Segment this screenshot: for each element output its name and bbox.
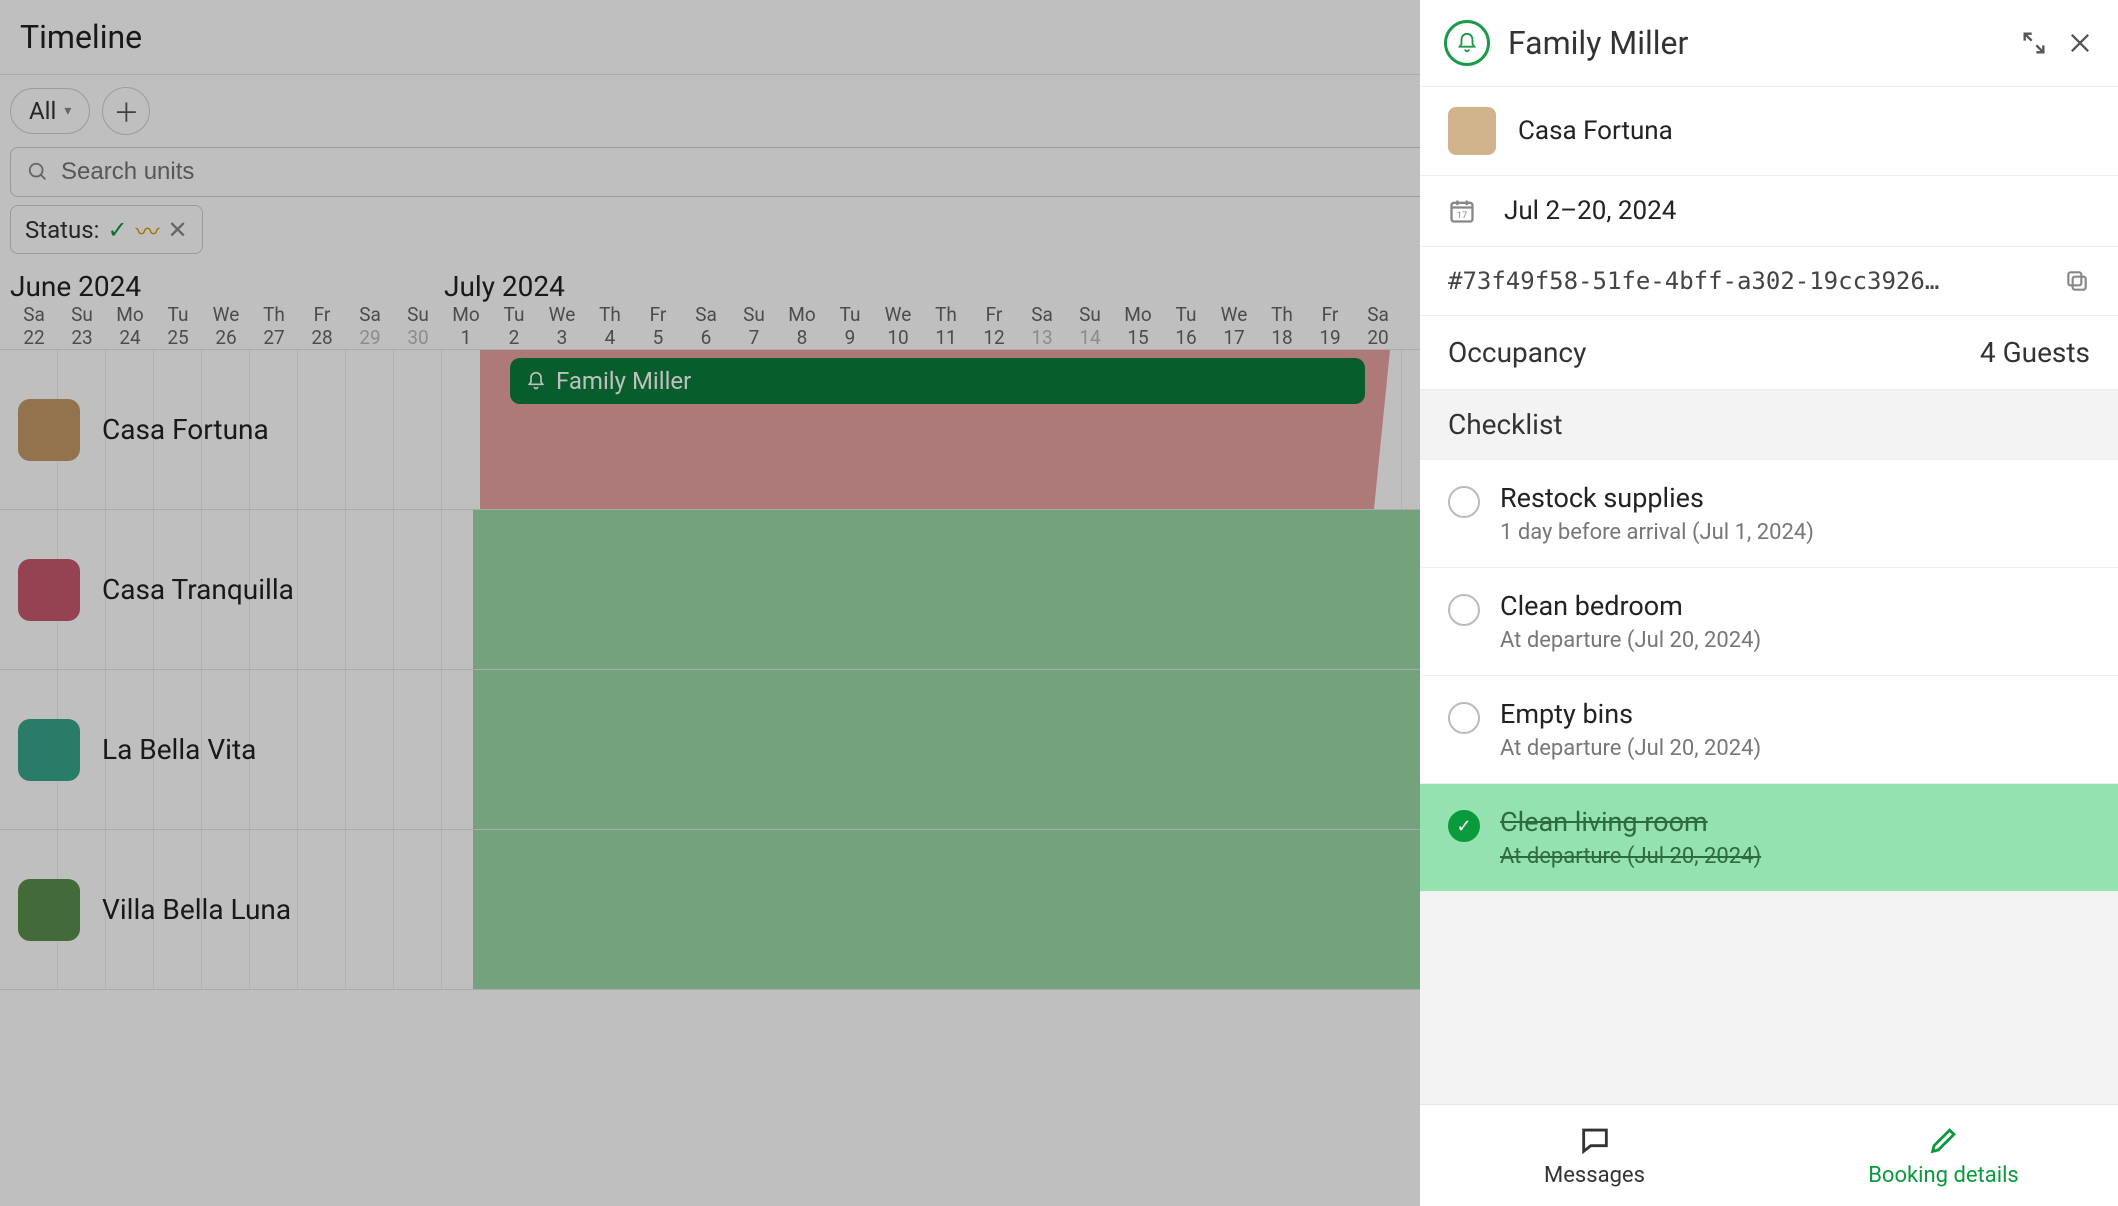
unit-cell[interactable]: Casa Tranquilla — [18, 559, 294, 621]
checklist-item-sub: 1 day before arrival (Jul 1, 2024) — [1500, 520, 1814, 545]
occupancy-value: 4 Guests — [1980, 336, 2090, 369]
day-column: Th18 — [1258, 303, 1306, 349]
day-column: Su23 — [58, 303, 106, 349]
panel-unit-name: Casa Fortuna — [1518, 116, 1673, 146]
filter-all-dropdown[interactable]: All ▾ — [10, 88, 90, 134]
day-column: Tu9 — [826, 303, 874, 349]
add-button[interactable]: ＋ — [102, 87, 150, 135]
wave-icon: 〰 — [136, 212, 160, 247]
booking-bar-label: Family Miller — [556, 367, 691, 395]
checkbox[interactable] — [1448, 702, 1480, 734]
checklist-item-sub: At departure (Jul 20, 2024) — [1500, 736, 1761, 761]
expand-icon[interactable] — [2020, 29, 2048, 57]
chat-icon — [1578, 1123, 1612, 1157]
month-label-1: June 2024 — [10, 270, 444, 303]
tab-messages-label: Messages — [1544, 1163, 1645, 1188]
day-column: We10 — [874, 303, 922, 349]
panel-id-row: #73f49f58-51fe-4bff-a302-19cc3926… — [1420, 246, 2118, 315]
pencil-icon — [1927, 1123, 1961, 1157]
unit-cell[interactable]: Casa Fortuna — [18, 399, 269, 461]
checklist-item[interactable]: Clean bedroom At departure (Jul 20, 2024) — [1420, 568, 2118, 676]
checklist-item[interactable]: Empty bins At departure (Jul 20, 2024) — [1420, 676, 2118, 784]
day-column: Th27 — [250, 303, 298, 349]
checkbox[interactable] — [1448, 486, 1480, 518]
checklist-item-sub: At departure (Jul 20, 2024) — [1500, 844, 1761, 869]
day-column: Mo8 — [778, 303, 826, 349]
day-column: Tu16 — [1162, 303, 1210, 349]
unit-cell[interactable]: La Bella Vita — [18, 719, 256, 781]
day-column: Sa22 — [10, 303, 58, 349]
checklist-item[interactable]: Restock supplies 1 day before arrival (Ju… — [1420, 460, 2118, 568]
day-column: Fr12 — [970, 303, 1018, 349]
day-column: Sa6 — [682, 303, 730, 349]
booking-id: #73f49f58-51fe-4bff-a302-19cc3926… — [1448, 267, 2042, 295]
check-icon: ✓ — [107, 216, 127, 244]
month-label-2: July 2024 — [444, 270, 565, 303]
booking-details-panel: Family Miller Casa Fortuna 17 Jul 2–20, … — [1420, 0, 2118, 1206]
booking-bar[interactable]: Family Miller — [510, 358, 1365, 404]
checklist-item[interactable]: ✓ Clean living room At departure (Jul 20, … — [1420, 784, 2118, 892]
day-column: Fr19 — [1306, 303, 1354, 349]
day-column: Sa13 — [1018, 303, 1066, 349]
occupancy-label: Occupancy — [1448, 336, 1586, 369]
day-column: Mo1 — [442, 303, 490, 349]
checklist-item-title: Empty bins — [1500, 698, 1761, 730]
chevron-down-icon: ▾ — [64, 103, 71, 119]
bell-icon — [526, 371, 546, 391]
plus-icon: ＋ — [113, 93, 139, 130]
unit-thumb — [1448, 107, 1496, 155]
day-column: Su14 — [1066, 303, 1114, 349]
close-icon[interactable] — [2066, 29, 2094, 57]
day-column: Fr5 — [634, 303, 682, 349]
unit-thumb — [18, 559, 80, 621]
status-filter[interactable]: Status: ✓ 〰 ✕ — [10, 205, 203, 254]
unit-thumb — [18, 879, 80, 941]
day-column: Fr28 — [298, 303, 346, 349]
filter-label: All — [29, 97, 56, 125]
checklist-item-title: Restock supplies — [1500, 482, 1814, 514]
day-column: We3 — [538, 303, 586, 349]
unit-thumb — [18, 719, 80, 781]
unit-name: Villa Bella Luna — [102, 893, 291, 926]
checklist-item-title: Clean living room — [1500, 806, 1761, 838]
checklist-item-title: Clean bedroom — [1500, 590, 1761, 622]
svg-text:17: 17 — [1457, 210, 1468, 221]
checklist-item-sub: At departure (Jul 20, 2024) — [1500, 628, 1761, 653]
tab-details-label: Booking details — [1868, 1163, 2019, 1188]
day-column: Su7 — [730, 303, 778, 349]
checkbox[interactable] — [1448, 594, 1480, 626]
tab-booking-details[interactable]: Booking details — [1769, 1105, 2118, 1206]
day-column: Mo15 — [1114, 303, 1162, 349]
unit-cell[interactable]: Villa Bella Luna — [18, 879, 291, 941]
day-column: Tu2 — [490, 303, 538, 349]
day-column: Th11 — [922, 303, 970, 349]
day-column: Th4 — [586, 303, 634, 349]
copy-icon[interactable] — [2064, 268, 2090, 294]
unit-name: Casa Tranquilla — [102, 573, 294, 606]
unit-name: La Bella Vita — [102, 733, 256, 766]
calendar-icon: 17 — [1448, 197, 1476, 225]
unit-thumb — [18, 399, 80, 461]
bell-badge-icon — [1444, 20, 1490, 66]
day-column: Mo24 — [106, 303, 154, 349]
day-column: Sa20 — [1354, 303, 1402, 349]
day-column: Tu25 — [154, 303, 202, 349]
panel-guest-name: Family Miller — [1508, 24, 2002, 62]
day-column: Su30 — [394, 303, 442, 349]
search-icon — [27, 161, 49, 183]
panel-dates-row[interactable]: 17 Jul 2–20, 2024 — [1420, 175, 2118, 246]
tab-messages[interactable]: Messages — [1420, 1105, 1769, 1206]
day-column: We17 — [1210, 303, 1258, 349]
checkbox[interactable]: ✓ — [1448, 810, 1480, 842]
occupancy-row: Occupancy 4 Guests — [1420, 315, 2118, 389]
close-icon: ✕ — [168, 216, 188, 244]
day-column: We26 — [202, 303, 250, 349]
checklist: Restock supplies 1 day before arrival (Ju… — [1420, 460, 2118, 1104]
day-column: Sa29 — [346, 303, 394, 349]
panel-unit-row[interactable]: Casa Fortuna — [1420, 86, 2118, 175]
panel-dates: Jul 2–20, 2024 — [1504, 196, 1676, 226]
unit-name: Casa Fortuna — [102, 413, 269, 446]
checklist-header: Checklist — [1420, 389, 2118, 460]
status-label: Status: — [25, 216, 99, 244]
